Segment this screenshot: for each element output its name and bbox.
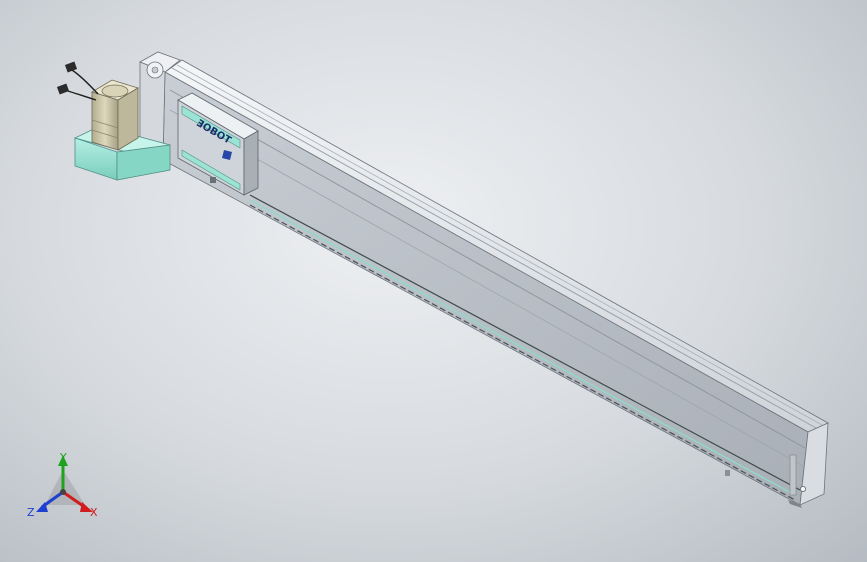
triad-y-label: Y — [59, 451, 67, 464]
rail-groove-1 — [171, 67, 817, 429]
end-cap-inset — [789, 454, 797, 496]
linear-module[interactable] — [162, 59, 829, 508]
model-canvas[interactable]: ƎOBOT Y X Z — [0, 0, 867, 562]
carriage-side — [243, 130, 259, 196]
rail-front-line-3 — [249, 194, 801, 491]
triad-x-label: X — [90, 506, 98, 519]
view-triad[interactable]: Y X Z — [27, 451, 98, 519]
rail-top-face — [164, 59, 829, 433]
cad-viewport[interactable]: ƎOBOT Y X Z — [0, 0, 867, 562]
rail-front-face — [162, 71, 809, 506]
rail-front-line-2 — [169, 109, 804, 467]
triad-z-label: Z — [27, 506, 35, 519]
rail-teal-strip — [249, 199, 796, 496]
triad-origin — [60, 489, 66, 495]
end-cap-hole — [800, 485, 807, 492]
coupling-bore — [151, 66, 159, 74]
motor-end-cap — [101, 84, 129, 98]
rail-front-line-1 — [169, 89, 806, 449]
rail-bottom-slot — [249, 204, 796, 501]
stepper-motor[interactable] — [91, 79, 139, 151]
connector-2 — [56, 83, 70, 95]
cable-2 — [63, 89, 97, 101]
cable-1 — [71, 69, 99, 95]
connector-1 — [64, 61, 78, 73]
rail-bottom-bolt — [725, 470, 730, 476]
carriage-bolt — [210, 177, 216, 183]
rail-groove-2 — [176, 64, 823, 426]
